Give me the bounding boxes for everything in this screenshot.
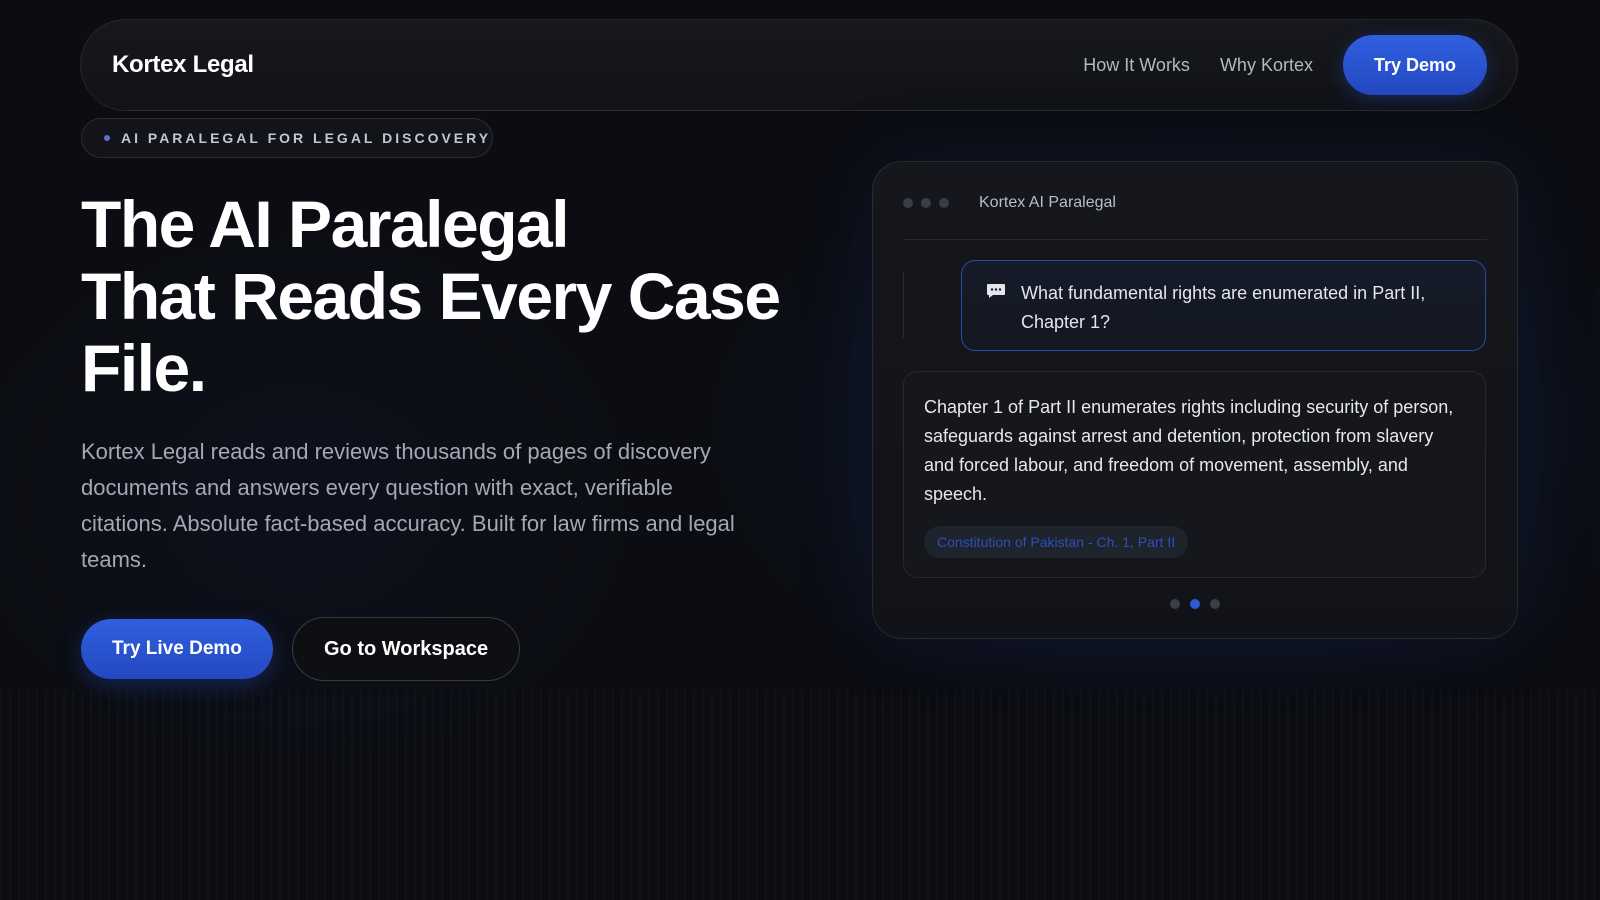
hero-badge: AI PARALEGAL FOR LEGAL DISCOVERY — [81, 118, 493, 158]
chat-header-divider — [903, 239, 1487, 240]
window-dots-icon — [903, 198, 957, 208]
top-navbar: Kortex Legal How It Works Why Kortex Try… — [80, 19, 1518, 111]
carousel-pager — [873, 599, 1517, 609]
thread-line — [903, 272, 904, 338]
try-demo-button[interactable]: Try Demo — [1342, 35, 1487, 95]
question-bubble: What fundamental rights are enumerated i… — [961, 260, 1486, 351]
badge-label: AI PARALEGAL FOR LEGAL DISCOVERY — [121, 130, 492, 146]
status-dot-icon — [104, 135, 110, 141]
answer-bubble: Chapter 1 of Part II enumerates rights i… — [903, 371, 1486, 578]
hero-title: The AI Paralegal That Reads Every Case F… — [81, 188, 821, 404]
go-to-workspace-button[interactable]: Go to Workspace — [292, 617, 521, 681]
pager-dot-active[interactable] — [1190, 599, 1200, 609]
hero-title-line-2: That Reads Every Case — [81, 259, 781, 333]
hero-description: Kortex Legal reads and reviews thousands… — [81, 439, 735, 572]
chat-card-header: Kortex AI Paralegal — [903, 194, 1487, 212]
chat-bubble-icon — [987, 284, 1005, 298]
brand-logo[interactable]: Kortex Legal — [112, 51, 254, 79]
nav-menu: How It Works Why Kortex Try Demo — [1083, 35, 1487, 95]
answer-text: Chapter 1 of Part II enumerates rights i… — [924, 397, 1454, 504]
nav-link-why-kortex[interactable]: Why Kortex — [1220, 55, 1313, 76]
chat-card-title: Kortex AI Paralegal — [979, 194, 1116, 211]
pager-dot[interactable] — [1210, 599, 1220, 609]
pager-dot[interactable] — [1170, 599, 1180, 609]
hero-title-line-1: The AI Paralegal — [81, 187, 570, 261]
citation-chip[interactable]: Constitution of Pakistan - Ch. 1, Part I… — [924, 526, 1189, 558]
question-text: What fundamental rights are enumerated i… — [1021, 283, 1426, 332]
nav-link-how-it-works[interactable]: How It Works — [1083, 55, 1190, 76]
chat-preview-card: Kortex AI Paralegal What fundamental rig… — [872, 161, 1518, 639]
try-live-demo-button[interactable]: Try Live Demo — [81, 619, 273, 679]
hero-title-line-3: File. — [81, 331, 207, 405]
background-stripes — [0, 690, 1600, 900]
